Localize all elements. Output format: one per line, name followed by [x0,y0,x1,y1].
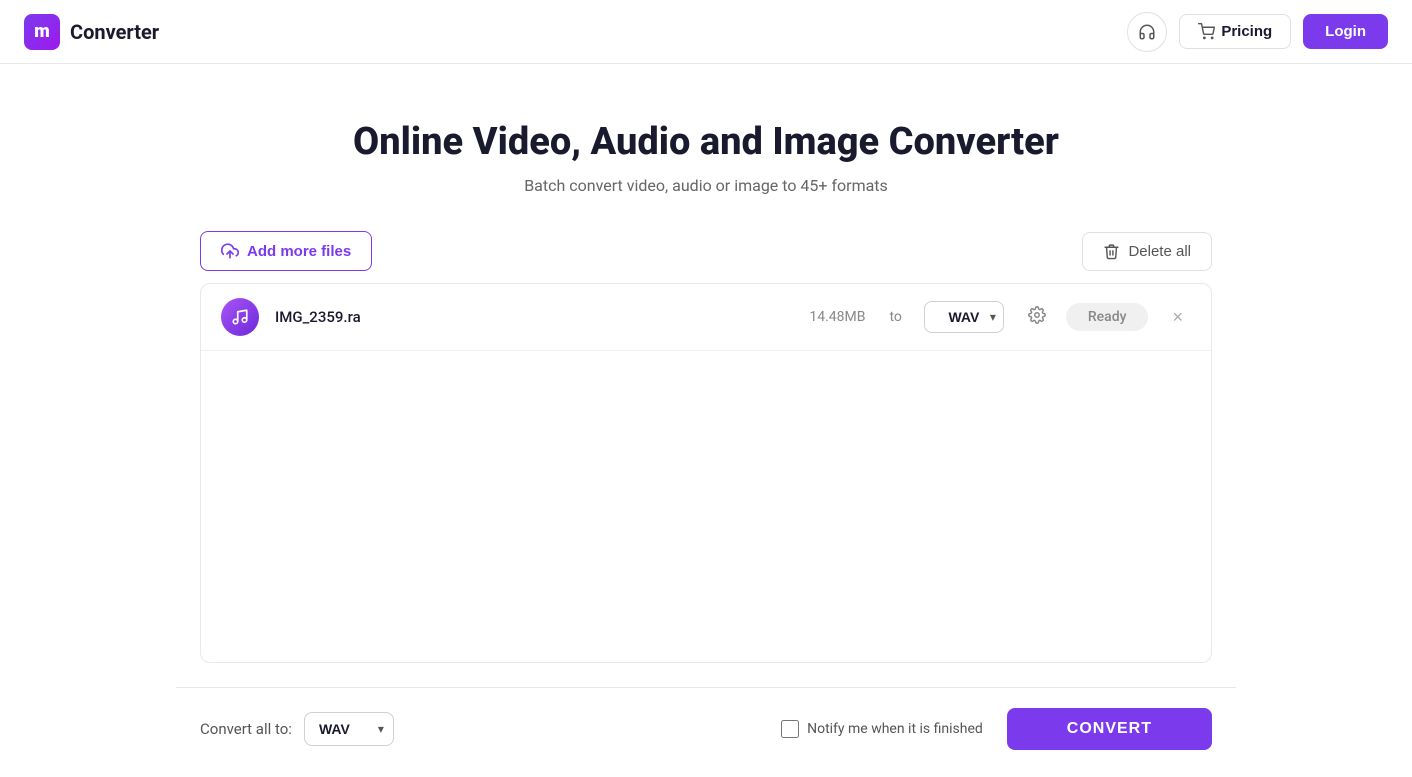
file-settings-button[interactable] [1024,302,1050,333]
notify-label: Notify me when it is finished [807,721,983,737]
header-left: m Converter [24,14,159,50]
hero-title: Online Video, Audio and Image Converter [16,120,1396,164]
main-content: Add more files Delete all IMG_2359.ra [176,231,1236,663]
remove-file-button[interactable]: × [1164,304,1191,330]
login-button[interactable]: Login [1303,14,1388,49]
pricing-button[interactable]: Pricing [1179,14,1291,49]
delete-all-button[interactable]: Delete all [1082,232,1212,271]
add-more-files-button[interactable]: Add more files [200,231,372,271]
convert-button[interactable]: CONVERT [1007,708,1212,750]
convert-all-row: Convert all to: WAV MP3 AAC OGG FLAC M4A… [200,712,394,746]
file-size: 14.48MB [809,309,865,325]
hero-section: Online Video, Audio and Image Converter … [0,64,1412,231]
convert-all-label: Convert all to: [200,720,292,738]
table-row: IMG_2359.ra 14.48MB to WAV MP3 AAC OGG F… [201,284,1211,351]
convert-all-select-wrapper: WAV MP3 AAC OGG FLAC M4A MP4 AVI MOV [304,712,394,746]
format-select-wrapper: WAV MP3 AAC OGG FLAC M4A MP4 AVI MOV [924,301,1004,333]
files-toolbar: Add more files Delete all [200,231,1212,271]
music-note-icon [231,308,249,326]
footer-right: Notify me when it is finished CONVERT [781,708,1212,750]
app-title: Converter [70,20,159,44]
cart-icon [1198,23,1215,40]
header: m Converter Pricing Login [0,0,1412,64]
trash-icon [1103,243,1120,260]
hero-subtitle: Batch convert video, audio or image to 4… [16,176,1396,195]
status-badge: Ready [1066,303,1149,331]
notify-row: Notify me when it is finished [781,720,983,738]
header-right: Pricing Login [1127,12,1388,52]
convert-all-select[interactable]: WAV MP3 AAC OGG FLAC M4A MP4 AVI MOV [304,712,394,746]
gear-icon [1028,306,1046,324]
upload-icon [221,242,239,260]
logo-icon: m [24,14,60,50]
footer-bar: Convert all to: WAV MP3 AAC OGG FLAC M4A… [176,687,1236,770]
headphone-icon [1138,23,1156,41]
file-name: IMG_2359.ra [275,308,793,326]
file-type-icon [221,298,259,336]
file-list: IMG_2359.ra 14.48MB to WAV MP3 AAC OGG F… [200,283,1212,663]
notify-checkbox[interactable] [781,720,799,738]
to-label: to [889,309,901,325]
support-button[interactable] [1127,12,1167,52]
file-format-select[interactable]: WAV MP3 AAC OGG FLAC M4A MP4 AVI MOV [924,301,1004,333]
